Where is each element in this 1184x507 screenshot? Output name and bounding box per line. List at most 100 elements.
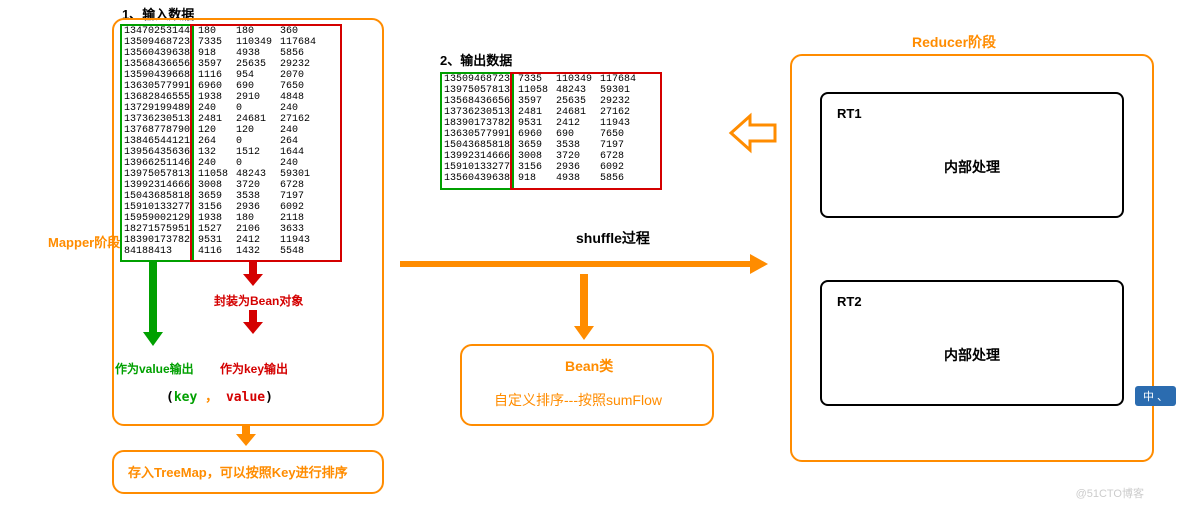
bean-sort-label: 自定义排序---按照sumFlow (494, 390, 662, 410)
table-cell: 954 (234, 70, 278, 81)
rt1-box: RT1 内部处理 (820, 92, 1124, 218)
output-title: 2、输出数据 (440, 50, 512, 69)
shuffle-label: shuffle过程 (576, 228, 650, 248)
table-row: 183901737829531241211943 (122, 235, 322, 246)
table-cell: 3156 (196, 202, 234, 213)
table-cell: 6728 (598, 151, 642, 162)
table-cell: 13975057813 (122, 169, 196, 180)
table-cell: 240 (278, 125, 322, 136)
as-value-label: 作为value输出 (115, 360, 194, 377)
table-row: 13992314666300837206728 (442, 151, 642, 162)
table-cell: 48243 (554, 85, 598, 96)
table-cell: 27162 (278, 114, 322, 125)
table-cell: 117684 (598, 74, 642, 85)
table-cell: 7197 (598, 140, 642, 151)
table-cell: 13956435636 (122, 147, 196, 158)
table-cell: 15043685818 (122, 191, 196, 202)
table-cell: 13470253144 (122, 26, 196, 37)
table-cell: 13590439668 (122, 70, 196, 81)
table-cell: 1432 (234, 246, 278, 257)
table-row: 1356043963891849385856 (122, 48, 322, 59)
table-cell: 3659 (516, 140, 554, 151)
table-cell: 24681 (234, 114, 278, 125)
table-cell: 180 (196, 26, 234, 37)
input-table: 1347025314418018036013509468723733511034… (122, 26, 322, 257)
table-row: 1356843665635972563529232 (442, 96, 642, 107)
table-cell: 13630577991 (122, 81, 196, 92)
table-cell: 13736230513 (122, 114, 196, 125)
table-cell: 13729199489 (122, 103, 196, 114)
table-cell: 13568436656 (122, 59, 196, 70)
table-cell: 5856 (598, 173, 642, 184)
arrow-to-bean (574, 274, 594, 340)
table-cell: 3720 (554, 151, 598, 162)
table-row: 1356043963891849385856 (442, 173, 642, 184)
table-cell: 13975057813 (442, 85, 516, 96)
table-cell: 13736230513 (442, 107, 516, 118)
table-cell: 11943 (278, 235, 322, 246)
table-cell: 2412 (234, 235, 278, 246)
table-row: 1356843665635972563529232 (122, 59, 322, 70)
table-cell: 11058 (196, 169, 234, 180)
table-cell: 13568436656 (442, 96, 516, 107)
table-cell: 13560439638 (122, 48, 196, 59)
table-cell: 264 (196, 136, 234, 147)
red-arrow-down-1 (243, 262, 263, 286)
table-row: 1373623051324812468127162 (122, 114, 322, 125)
table-cell: 2118 (278, 213, 322, 224)
table-cell: 13768778790 (122, 125, 196, 136)
table-cell: 48243 (234, 169, 278, 180)
bean-wrap-label: 封装为Bean对象 (214, 292, 303, 309)
table-cell: 3156 (516, 162, 554, 173)
table-row: 13470253144180180360 (122, 26, 322, 37)
table-row: 15910133277315629366092 (442, 162, 642, 173)
table-cell: 360 (278, 26, 322, 37)
table-row: 135094687237335110349117684 (122, 37, 322, 48)
hollow-arrow-left (728, 108, 778, 158)
table-row: 137291994892400240 (122, 103, 322, 114)
table-row: 138465441212640264 (122, 136, 322, 147)
table-cell: 2070 (278, 70, 322, 81)
table-row: 15043685818365935387197 (442, 140, 642, 151)
table-cell: 13560439638 (442, 173, 516, 184)
bean-class-label: Bean类 (565, 356, 613, 376)
table-cell: 7197 (278, 191, 322, 202)
table-cell: 240 (196, 103, 234, 114)
kv-line: (key ， value) (166, 386, 273, 405)
table-cell: 18271575951 (122, 224, 196, 235)
table-row: 84188413411614325548 (122, 246, 322, 257)
table-cell: 25635 (234, 59, 278, 70)
table-row: 135094687237335110349117684 (442, 74, 642, 85)
table-cell: 4116 (196, 246, 234, 257)
table-cell: 0 (234, 158, 278, 169)
rt1-body: 内部处理 (822, 157, 1122, 177)
table-cell: 0 (234, 103, 278, 114)
table-cell: 1512 (234, 147, 278, 158)
table-cell: 7650 (598, 129, 642, 140)
table-cell: 690 (554, 129, 598, 140)
table-cell: 1116 (196, 70, 234, 81)
table-cell: 2936 (234, 202, 278, 213)
mapper-label: Mapper阶段 (48, 232, 120, 251)
reducer-label: Reducer阶段 (912, 32, 996, 52)
table-cell: 110349 (554, 74, 598, 85)
table-cell: 117684 (278, 37, 322, 48)
rt2-title: RT2 (837, 294, 862, 309)
green-arrow-down (143, 262, 163, 346)
table-cell: 918 (196, 48, 234, 59)
table-cell: 84188413 (122, 246, 196, 257)
table-row: 13768778790120120240 (122, 125, 322, 136)
table-cell: 3659 (196, 191, 234, 202)
table-cell: 29232 (598, 96, 642, 107)
table-cell: 13992314666 (442, 151, 516, 162)
table-cell: 3597 (196, 59, 234, 70)
table-cell: 4938 (234, 48, 278, 59)
table-cell: 24681 (554, 107, 598, 118)
table-cell: 690 (234, 81, 278, 92)
table-cell: 13630577991 (442, 129, 516, 140)
red-arrow-down-2 (243, 310, 263, 334)
table-cell: 2910 (234, 92, 278, 103)
table-cell: 18390173782 (122, 235, 196, 246)
table-row: 1373623051324812468127162 (442, 107, 642, 118)
treemap-label: 存入TreeMap，可以按照Key进行排序 (128, 462, 348, 481)
